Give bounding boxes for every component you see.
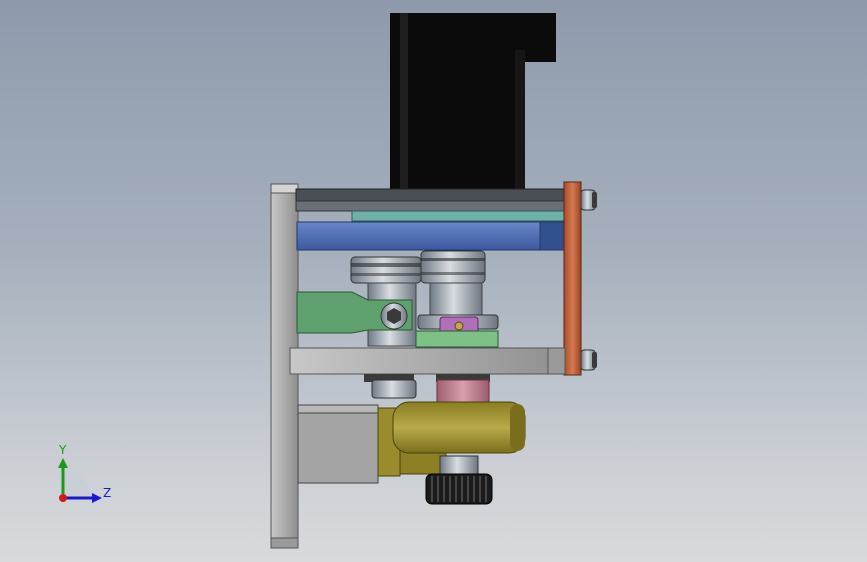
gear-motor-housing[interactable] <box>297 404 379 484</box>
graphics-viewport[interactable]: Y Z <box>0 0 867 562</box>
blue-bearing-plate[interactable] <box>296 221 566 251</box>
triad-plane-fan <box>63 470 91 498</box>
side-bolt-bottom[interactable] <box>580 349 597 371</box>
stepper-motor[interactable] <box>390 13 556 190</box>
pink-spacer-ring[interactable] <box>436 379 490 403</box>
orange-side-bracket[interactable] <box>563 181 582 376</box>
side-bolt-top[interactable] <box>580 189 597 211</box>
lower-frame-plate[interactable] <box>289 347 566 375</box>
x-axis-origin-dot <box>59 494 67 502</box>
left-timing-pulley[interactable] <box>350 256 422 284</box>
y-axis-label: Y <box>59 443 67 457</box>
right-timing-pulley[interactable] <box>420 250 486 284</box>
top-mount-plate[interactable] <box>295 188 569 212</box>
right-shaft-hub[interactable] <box>429 282 483 316</box>
teal-spacer-plate[interactable] <box>351 210 567 222</box>
lower-washer[interactable] <box>371 379 417 399</box>
gold-drive-wheel[interactable] <box>392 401 526 454</box>
z-axis-label: Z <box>103 486 112 500</box>
clamp-screw[interactable] <box>380 302 408 330</box>
axis-triad <box>58 458 102 503</box>
bottom-shaft[interactable] <box>439 455 479 475</box>
knurled-knob[interactable] <box>425 473 493 505</box>
green-bearing-block[interactable] <box>415 330 499 348</box>
y-arrow-head <box>58 458 68 468</box>
z-arrow-head <box>92 493 102 503</box>
